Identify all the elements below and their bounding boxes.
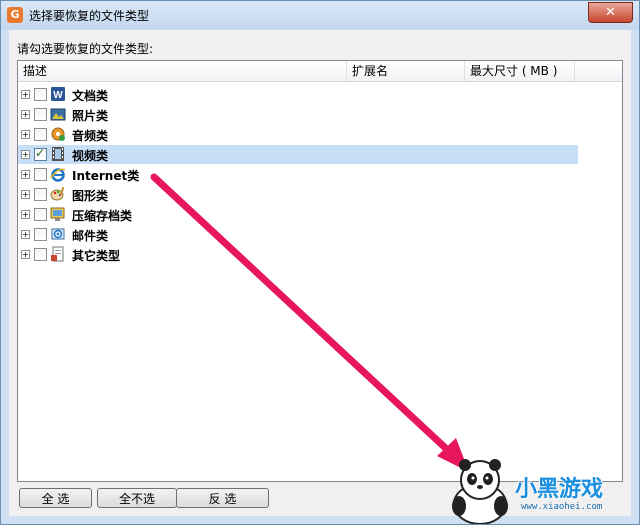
watermark-url: www.xiaohei.com (521, 502, 603, 512)
watermark-brand: 小黑游戏 (515, 477, 604, 502)
dialog-window: G 选择要恢复的文件类型 ✕ 请勾选要恢复的文件类型: 描述 扩展名 最大尺寸 … (0, 0, 640, 525)
panda-mascot-icon (452, 459, 508, 524)
annotation-arrow (150, 173, 469, 472)
